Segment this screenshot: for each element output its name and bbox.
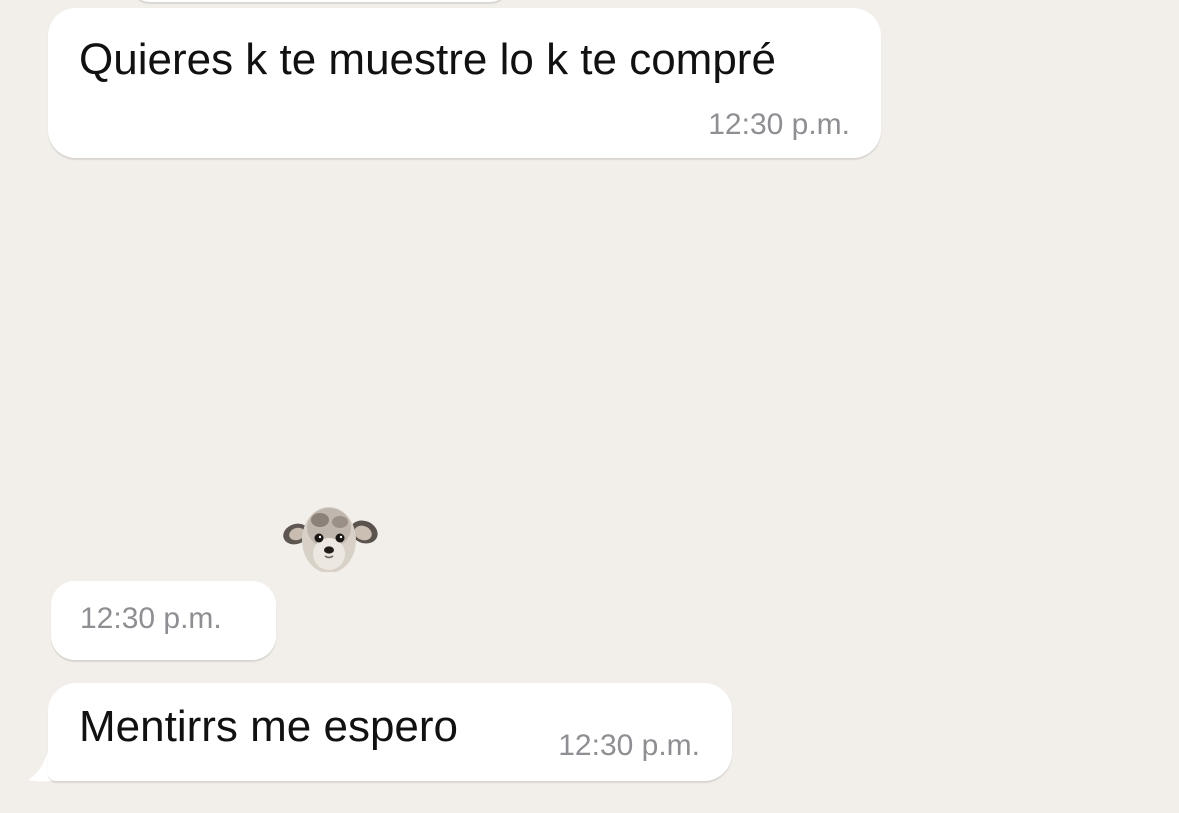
- chat-area[interactable]: Quieres k te muestre lo k te compré 12:3…: [0, 0, 1179, 813]
- message-bubble-incoming[interactable]: Mentirrs me espero 12:30 p.m.: [48, 683, 732, 781]
- message-timestamp: 12:30 p.m.: [558, 729, 700, 762]
- previous-message-bubble-edge[interactable]: [130, 0, 510, 2]
- message-text: Quieres k te muestre lo k te compré: [79, 35, 776, 84]
- message-text: Mentirrs me espero: [79, 702, 459, 751]
- sticker-timestamp-bubble[interactable]: 12:30 p.m.: [51, 581, 276, 660]
- message-timestamp: 12:30 p.m.: [708, 108, 850, 141]
- chihuahua-sticker-icon[interactable]: [282, 498, 380, 574]
- message-timestamp: 12:30 p.m.: [80, 602, 222, 635]
- message-bubble-incoming[interactable]: Quieres k te muestre lo k te compré 12:3…: [48, 8, 881, 158]
